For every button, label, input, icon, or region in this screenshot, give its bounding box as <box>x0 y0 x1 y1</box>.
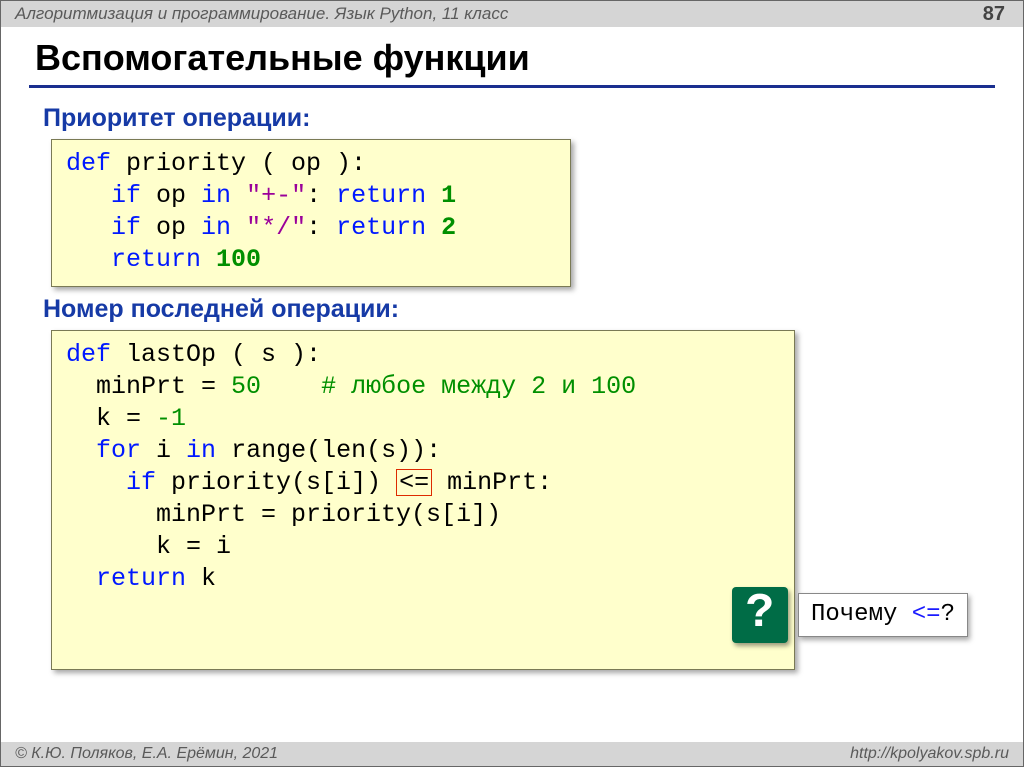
section2-heading: Номер последней операции: <box>43 295 1023 324</box>
code-text <box>231 181 246 210</box>
num-literal: -1 <box>156 404 186 433</box>
str-literal: "+-" <box>246 181 306 210</box>
kw-in: in <box>186 436 216 465</box>
code-lastop: def lastOp ( s ): minPrt = 50 # любое ме… <box>51 330 795 670</box>
callout-box: Почему <=? <box>798 593 968 638</box>
callout-op: <= <box>912 601 941 628</box>
footer-left: © К.Ю. Поляков, Е.А. Ерёмин, 2021 <box>15 745 278 763</box>
sp <box>426 213 441 242</box>
indent <box>66 404 96 433</box>
page-number: 87 <box>983 3 1005 26</box>
indent <box>66 532 156 561</box>
indent <box>66 372 96 401</box>
comment: # любое между 2 и 100 <box>321 372 636 401</box>
highlight-op: <= <box>396 469 432 496</box>
num-literal: 50 <box>231 372 261 401</box>
kw-return: return <box>336 213 426 242</box>
kw-for: for <box>96 436 141 465</box>
code-text: : <box>306 213 336 242</box>
indent <box>66 500 156 529</box>
page-title: Вспомогательные функции <box>35 37 1023 83</box>
indent <box>66 245 111 274</box>
code-text: lastOp ( s ): <box>111 340 321 369</box>
indent <box>66 564 96 593</box>
callout: ? Почему <=? <box>732 587 968 643</box>
indent <box>66 213 111 242</box>
footer-right: http://kpolyakov.spb.ru <box>850 745 1009 763</box>
kw-def: def <box>66 149 111 178</box>
indent <box>66 468 126 497</box>
callout-text: Почему <box>811 601 912 628</box>
code-text: minPrt: <box>432 468 552 497</box>
kw-in: in <box>201 181 231 210</box>
sp <box>201 245 216 274</box>
num-literal: 1 <box>441 181 456 210</box>
kw-def: def <box>66 340 111 369</box>
kw-if: if <box>111 181 141 210</box>
gap <box>261 372 321 401</box>
code-text: priority(s[i]) <box>156 468 396 497</box>
course-title: Алгоритмизация и программирование. Язык … <box>15 4 508 24</box>
code-text: i <box>141 436 186 465</box>
code-text: range(len(s)): <box>216 436 441 465</box>
code-text: k = <box>96 404 156 433</box>
kw-return: return <box>96 564 186 593</box>
num-literal: 2 <box>441 213 456 242</box>
kw-in: in <box>201 213 231 242</box>
kw-return: return <box>336 181 426 210</box>
callout-suffix: ? <box>941 601 955 628</box>
kw-if: if <box>126 468 156 497</box>
code-text: minPrt = priority(s[i]) <box>156 500 501 529</box>
kw-return: return <box>111 245 201 274</box>
slide: Алгоритмизация и программирование. Язык … <box>0 0 1024 767</box>
code-priority: def priority ( op ): if op in "+-": retu… <box>51 139 571 287</box>
question-icon: ? <box>732 587 788 643</box>
header-bar: Алгоритмизация и программирование. Язык … <box>1 1 1023 27</box>
num-literal: 100 <box>216 245 261 274</box>
section1-heading: Приоритет операции: <box>43 104 1023 133</box>
code-text <box>231 213 246 242</box>
sp <box>426 181 441 210</box>
code-text: : <box>306 181 336 210</box>
indent <box>66 436 96 465</box>
code-text: k = i <box>156 532 231 561</box>
code-text: op <box>141 181 201 210</box>
kw-if: if <box>111 213 141 242</box>
slide-body: Приоритет операции: def priority ( op ):… <box>1 88 1023 670</box>
code-text: priority ( op ): <box>111 149 366 178</box>
code-text: k <box>186 564 216 593</box>
str-literal: "*/" <box>246 213 306 242</box>
indent <box>66 181 111 210</box>
code-text: op <box>141 213 201 242</box>
footer-bar: © К.Ю. Поляков, Е.А. Ерёмин, 2021 http:/… <box>1 742 1023 766</box>
code-text: minPrt = <box>96 372 231 401</box>
